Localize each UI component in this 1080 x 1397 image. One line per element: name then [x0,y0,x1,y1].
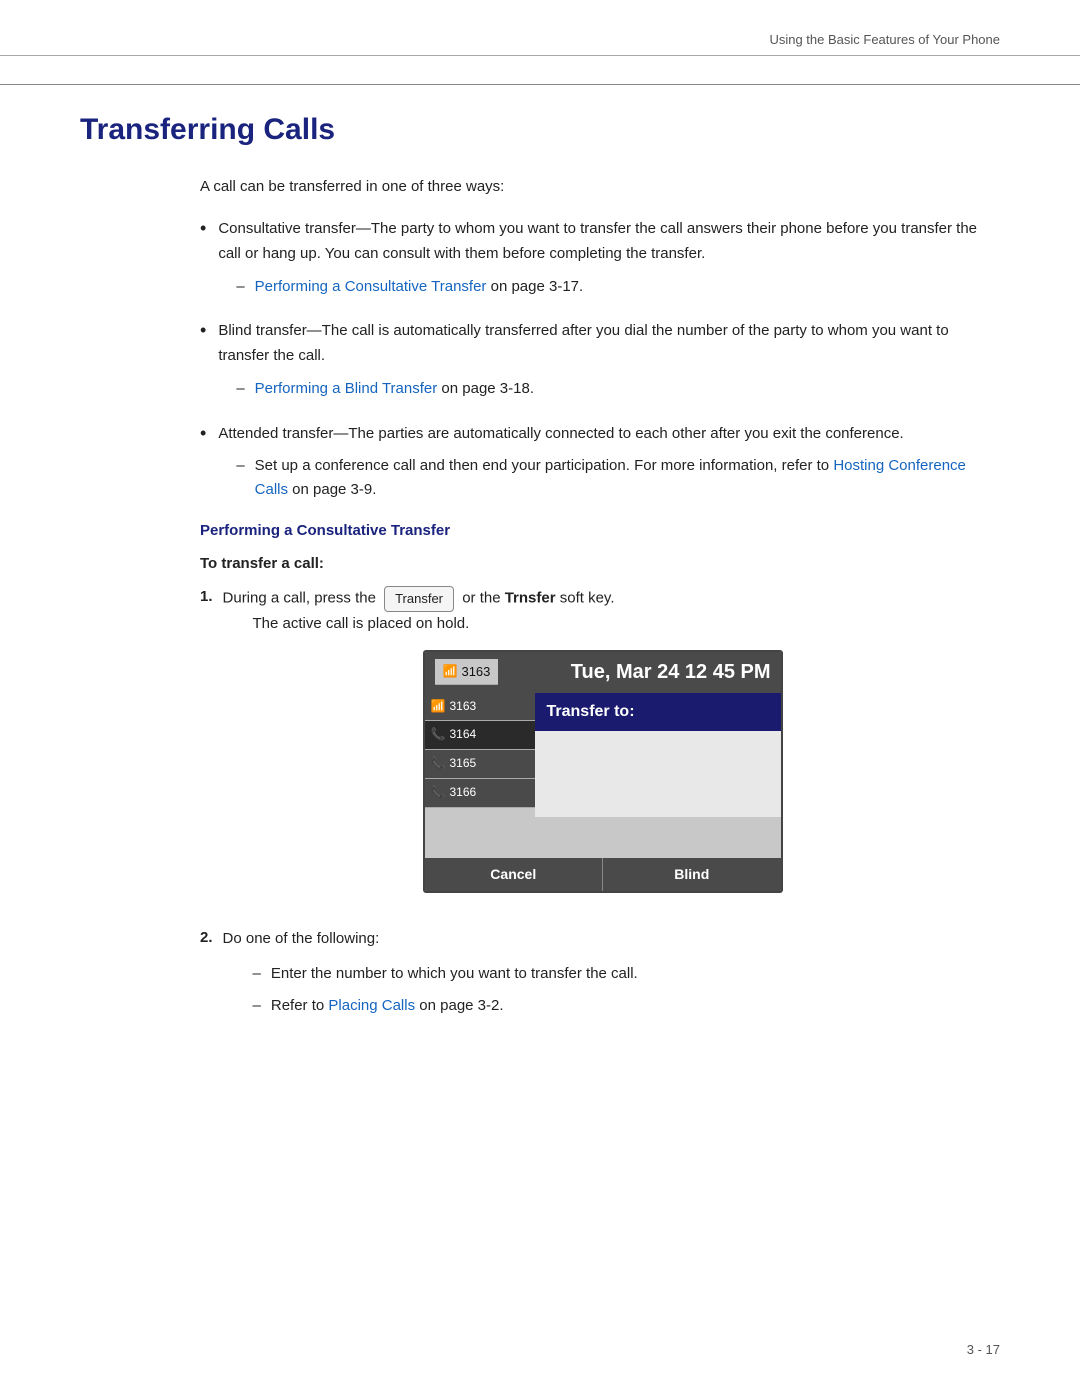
step2-dash-1: – [253,962,261,987]
sub-text-2: Performing a Blind Transfer on page 3-18… [255,377,534,401]
step-2-number: 2. [200,929,213,946]
line2-icon: 📞 [431,725,446,745]
placing-calls-link[interactable]: Placing Calls [328,997,415,1014]
page-content: Transferring Calls A call can be transfe… [0,113,1080,1101]
sub-dash-2: – [236,377,244,402]
page-number: 3 - 17 [967,1342,1000,1357]
line-icon-1: 📶 [443,662,458,682]
phone-bottom-bar: Cancel Blind [425,858,781,891]
line4-icon: 📞 [431,783,446,803]
sub-dash-1: – [236,275,244,300]
bullet-3-content: Attended transfer—The parties are automa… [218,425,903,442]
step2-dash-2: – [253,994,261,1019]
transfer-to-label: Transfer to: [547,703,635,720]
phone-body: 📶 3163 📞 3164 📞 3165 [425,693,781,858]
step-1-number: 1. [200,588,213,605]
line-number-1: 3163 [461,661,490,682]
step2-sub-text-2: Refer to Placing Calls on page 3-2. [271,994,504,1019]
sub-bullet-item-1: – Performing a Consultative Transfer on … [236,275,1000,300]
trnsfer-bold: Trnsfer [505,590,556,607]
bullet-dot-1: • [200,218,206,239]
line1-icon: 📶 [431,697,446,717]
transfer-button-image: Transfer [384,586,454,611]
phone-lines-col: 📶 3163 [435,659,499,685]
phone-top-bar: 📶 3163 Tue, Mar 24 12 45 PM [425,652,781,693]
separator [0,84,1080,85]
step-1: 1. During a call, press the Transfer or … [200,586,1000,913]
sub-text-3-plain: Set up a conference call and then end yo… [255,457,834,474]
bullet-text-2: Blind transfer—The call is automatically… [218,319,1000,407]
bullet-text-1: Consultative transfer—The party to whom … [218,217,1000,305]
sub-text-3-rest: on page 3-9. [288,481,376,498]
phone-line-4: 📞 3166 [425,779,535,808]
sub-bullet-item-3: – Set up a conference call and then end … [236,454,1000,502]
step-1-after: or the [462,590,505,607]
sub-text-2-rest: on page 3-18. [437,380,534,397]
phone-input-area [535,731,781,817]
steps-container: 1. During a call, press the Transfer or … [200,586,1000,1027]
page-title: Transferring Calls [80,113,1000,147]
consultative-transfer-link[interactable]: Performing a Consultative Transfer [255,278,487,295]
on-hold-text: The active call is placed on hold. [253,612,1000,636]
bullet-dot-3: • [200,423,206,444]
step-2: 2. Do one of the following: – Enter the … [200,927,1000,1027]
section-heading: Performing a Consultative Transfer [200,522,1000,539]
phone-blind-key[interactable]: Blind [603,858,781,891]
step-2-content: Do one of the following: [223,930,380,947]
sub-text-3: Set up a conference call and then end yo… [255,454,1000,502]
phone-line-1: 📶 3163 [435,659,499,685]
step2-refer-after: on page 3-2. [415,997,503,1014]
step2-sub-1: – Enter the number to which you want to … [253,962,1000,987]
bullet-item-3: • Attended transfer—The parties are auto… [200,422,1000,509]
phone-date: Tue, Mar 24 12 45 PM [571,656,771,689]
sub-bullet-2: – Performing a Blind Transfer on page 3-… [236,377,1000,402]
sub-dash-3: – [236,454,244,479]
sub-bullet-item-2: – Performing a Blind Transfer on page 3-… [236,377,1000,402]
intro-text: A call can be transferred in one of thre… [200,175,1000,199]
step2-refer-before: Refer to [271,997,329,1014]
bullet-text-3: Attended transfer—The parties are automa… [218,422,1000,509]
phone-screen: 📶 3163 Tue, Mar 24 12 45 PM 📶 [423,650,783,893]
phone-lines-list: 📶 3163 📞 3164 📞 3165 [425,693,535,858]
phone-line-1b: 📶 3163 [425,693,535,722]
line3-icon: 📞 [431,754,446,774]
step-2-text: Do one of the following: – Enter the num… [223,927,1000,1027]
step-1-text: During a call, press the Transfer or the… [223,586,1000,913]
sub-bullet-1: – Performing a Consultative Transfer on … [236,275,1000,300]
bullet-dot-2: • [200,320,206,341]
sub-text-1: Performing a Consultative Transfer on pa… [255,275,584,299]
step-1-before: During a call, press the [223,590,376,607]
step-1-end: soft key. [556,590,615,607]
phone-right-panel: Transfer to: [535,693,781,858]
sub-text-1-rest: on page 3-17. [486,278,583,295]
blind-transfer-link[interactable]: Performing a Blind Transfer [255,380,438,397]
to-transfer-label: To transfer a call: [200,555,1000,572]
phone-line-2: 📞 3164 [425,721,535,750]
page-header: Using the Basic Features of Your Phone [0,0,1080,56]
header-text: Using the Basic Features of Your Phone [769,32,1000,47]
step2-sub-2: – Refer to Placing Calls on page 3-2. [253,994,1000,1019]
phone-screen-container: 📶 3163 Tue, Mar 24 12 45 PM 📶 [423,650,1000,893]
bullet-2-content: Blind transfer—The call is automatically… [218,322,948,364]
phone-line-3: 📞 3165 [425,750,535,779]
phone-cancel-key[interactable]: Cancel [425,858,604,891]
bullet-item-2: • Blind transfer—The call is automatical… [200,319,1000,407]
bullet-item-1: • Consultative transfer—The party to who… [200,217,1000,305]
phone-transfer-panel: Transfer to: [535,693,781,731]
step2-sub-text-1: Enter the number to which you want to tr… [271,962,638,987]
main-bullet-list: • Consultative transfer—The party to who… [200,217,1000,508]
phone-empty-lines [425,808,535,858]
step-2-list: – Enter the number to which you want to … [253,962,1000,1020]
sub-bullet-3: – Set up a conference call and then end … [236,454,1000,502]
bullet-1-content: Consultative transfer—The party to whom … [218,220,977,262]
